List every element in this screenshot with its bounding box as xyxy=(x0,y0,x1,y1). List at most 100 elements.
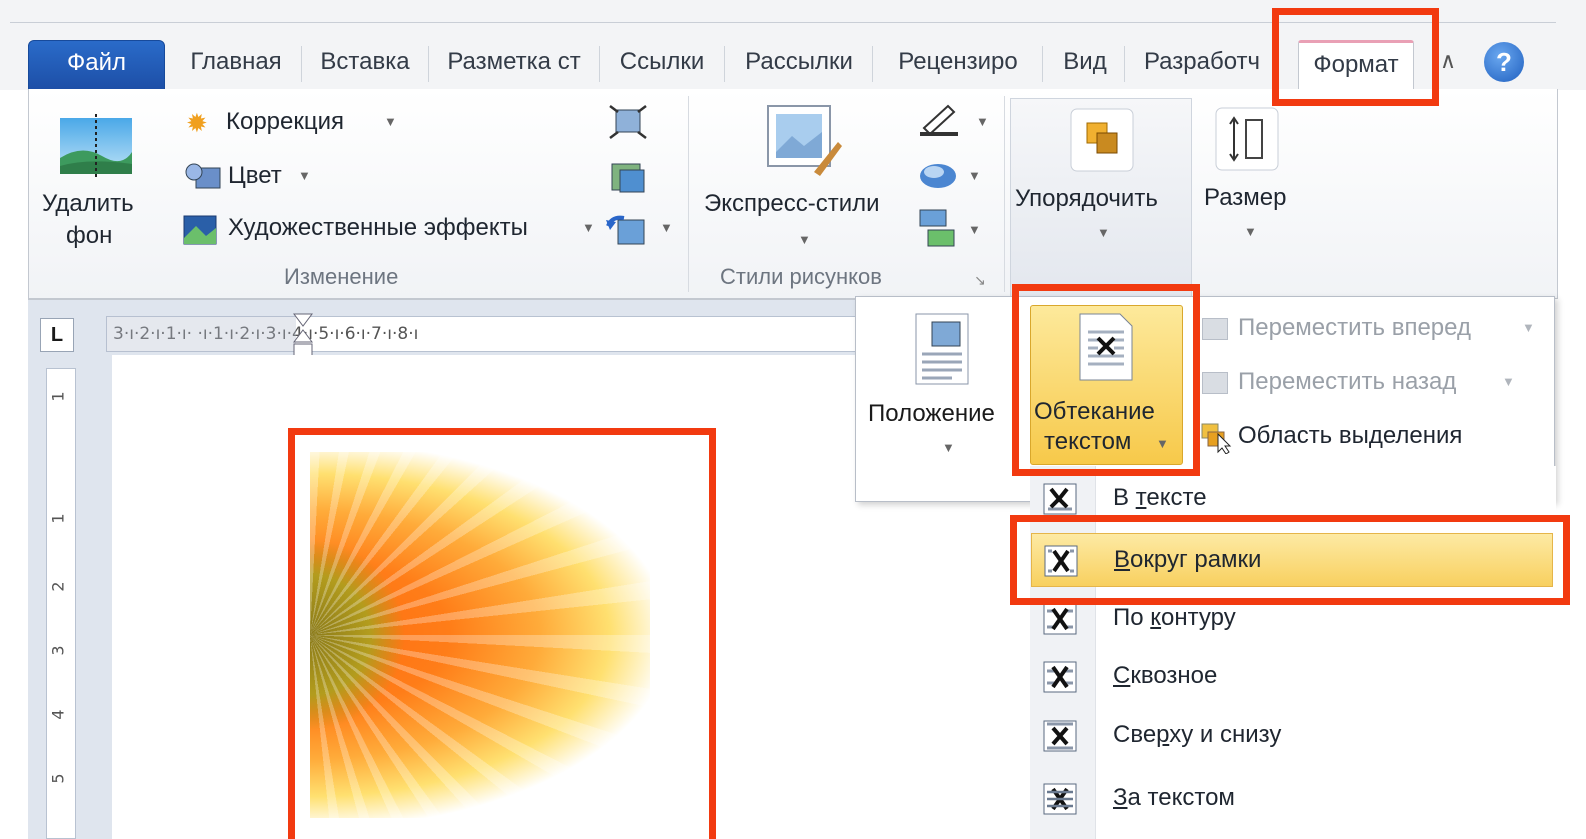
help-icon[interactable]: ? xyxy=(1484,42,1524,82)
menu-accelerator: С xyxy=(1113,662,1131,689)
send-backward-button[interactable]: Переместить назад ▼ xyxy=(1200,366,1520,402)
arrange-button[interactable]: Упорядочить ▼ xyxy=(1010,98,1192,298)
flower-petals xyxy=(310,452,650,818)
bring-forward-label: Переместить вперед xyxy=(1238,314,1471,341)
arrange-icon xyxy=(1070,108,1134,172)
remove-background-icon xyxy=(60,114,132,178)
chevron-down-icon: ▼ xyxy=(1156,436,1169,451)
wrap-square-icon xyxy=(1044,545,1078,577)
vruler-tick-label: 4 xyxy=(48,709,68,720)
menu-label-part: По xyxy=(1113,604,1151,631)
quick-styles-label: Экспресс-стили xyxy=(704,190,880,217)
artistic-effects-icon xyxy=(183,215,217,245)
remove-background-button[interactable]: Удалить фон xyxy=(36,98,156,266)
menu-item-square[interactable]: Вокруг рамки xyxy=(1031,533,1553,587)
bring-forward-icon xyxy=(1202,318,1228,340)
picture-layout-icon[interactable] xyxy=(916,208,960,248)
tab-separator xyxy=(1124,46,1125,82)
menu-item-top-and-bottom[interactable]: Сверху и снизу xyxy=(1031,709,1553,763)
selection-pane-icon xyxy=(1201,423,1232,454)
menu-label-part: Све xyxy=(1113,721,1157,748)
arrange-label: Упорядочить xyxy=(1015,185,1158,212)
tab-separator xyxy=(724,46,725,82)
tab-developer[interactable]: Разработч xyxy=(1128,40,1276,90)
title-divider xyxy=(10,22,1556,23)
corrections-button[interactable]: ✹ Коррекция ▼ xyxy=(186,106,406,142)
size-button[interactable]: Размер ▼ xyxy=(1196,98,1302,298)
color-label: Цвет xyxy=(228,162,282,189)
send-backward-label: Переместить назад xyxy=(1238,368,1457,395)
vruler-tick-label: 1 xyxy=(48,391,68,402)
chevron-down-icon[interactable]: ▼ xyxy=(968,222,981,237)
chevron-down-icon[interactable]: ▼ xyxy=(660,220,673,235)
wrap-text-icon xyxy=(1079,313,1133,381)
chevron-down-icon: ▼ xyxy=(798,232,811,247)
tab-separator xyxy=(428,46,429,82)
menu-accelerator: к xyxy=(1150,604,1162,631)
position-icon xyxy=(915,313,969,385)
indent-marker-icon[interactable] xyxy=(292,312,314,358)
menu-label-part: ху и снизу xyxy=(1169,721,1282,748)
menu-accelerator: р xyxy=(1156,721,1170,748)
artistic-effects-button[interactable]: Художественные эффекты ▼ xyxy=(182,212,602,248)
selection-pane-button[interactable]: Область выделения xyxy=(1200,420,1520,456)
chevron-down-icon[interactable]: ▼ xyxy=(976,114,989,129)
vruler-tick-label: 5 xyxy=(48,773,68,784)
tab-selector-button[interactable]: L xyxy=(40,318,74,352)
vertical-ruler[interactable]: 1 1 2 3 4 5 xyxy=(46,368,76,839)
dialog-launcher-icon[interactable]: ↘ xyxy=(974,272,986,289)
remove-background-label-line1: Удалить xyxy=(42,190,134,217)
wrap-behind-text-icon xyxy=(1043,783,1077,815)
menu-item-through[interactable]: Сквозное xyxy=(1031,650,1553,704)
wrap-inline-icon xyxy=(1043,483,1077,515)
tab-file[interactable]: Файл xyxy=(28,40,165,90)
menu-item-in-line-with-text[interactable]: В тексте xyxy=(1031,472,1553,526)
tab-review[interactable]: Рецензиро xyxy=(878,40,1038,90)
change-picture-icon[interactable] xyxy=(608,160,648,196)
position-button[interactable]: Положение ▼ xyxy=(862,304,1022,474)
menu-label-part: округ рамки xyxy=(1130,546,1262,573)
adjust-group-label: Изменение xyxy=(284,264,399,289)
chevron-down-icon: ▼ xyxy=(1502,374,1515,389)
chevron-down-icon[interactable]: ▼ xyxy=(968,168,981,183)
tab-format[interactable]: Формат xyxy=(1298,40,1414,90)
wrap-top-bottom-icon xyxy=(1043,720,1077,752)
tab-insert[interactable]: Вставка xyxy=(306,40,424,90)
sun-icon: ✹ xyxy=(186,108,208,138)
chevron-down-icon: ▼ xyxy=(1244,224,1257,239)
menu-accelerator: т xyxy=(1135,484,1147,511)
menu-item-tight[interactable]: По контуру xyxy=(1031,592,1553,646)
quick-styles-button[interactable]: Экспресс-стили ▼ xyxy=(700,98,910,258)
tab-page-layout[interactable]: Разметка ст xyxy=(434,40,594,90)
group-separator xyxy=(688,96,689,292)
reset-picture-icon[interactable] xyxy=(604,212,648,248)
tab-separator xyxy=(1042,46,1043,82)
color-button[interactable]: Цвет ▼ xyxy=(182,160,332,196)
size-label: Размер xyxy=(1204,184,1287,211)
picture-border-icon[interactable] xyxy=(918,104,962,138)
chevron-down-icon: ▼ xyxy=(582,220,595,235)
vruler-tick-label: 1 xyxy=(48,513,68,524)
tab-view[interactable]: Вид xyxy=(1048,40,1122,90)
compress-pictures-icon[interactable] xyxy=(608,104,648,140)
menu-label-part: а текстом xyxy=(1127,784,1235,811)
chevron-down-icon: ▼ xyxy=(1522,320,1535,335)
tab-references[interactable]: Ссылки xyxy=(604,40,720,90)
quick-styles-icon xyxy=(767,105,842,176)
vruler-tick-label: 2 xyxy=(48,581,68,592)
artistic-effects-label: Художественные эффекты xyxy=(228,214,528,241)
tab-mailings[interactable]: Рассылки xyxy=(730,40,868,90)
wrap-text-label-line1: Обтекание xyxy=(1034,398,1155,425)
collapse-ribbon-icon[interactable]: ∧ xyxy=(1440,48,1456,74)
position-label: Положение xyxy=(868,400,995,427)
tab-separator xyxy=(301,46,302,82)
chevron-down-icon: ▼ xyxy=(942,440,955,455)
tab-home[interactable]: Главная xyxy=(178,40,294,90)
bring-forward-button[interactable]: Переместить вперед ▼ xyxy=(1200,312,1540,348)
menu-label-part: ексте xyxy=(1146,484,1207,511)
wrap-text-label-line2: текстом xyxy=(1044,428,1132,455)
menu-accelerator: В xyxy=(1114,546,1131,573)
menu-item-behind-text[interactable]: За текстом xyxy=(1031,772,1553,826)
send-backward-icon xyxy=(1202,372,1228,394)
picture-effects-icon[interactable] xyxy=(916,158,960,192)
